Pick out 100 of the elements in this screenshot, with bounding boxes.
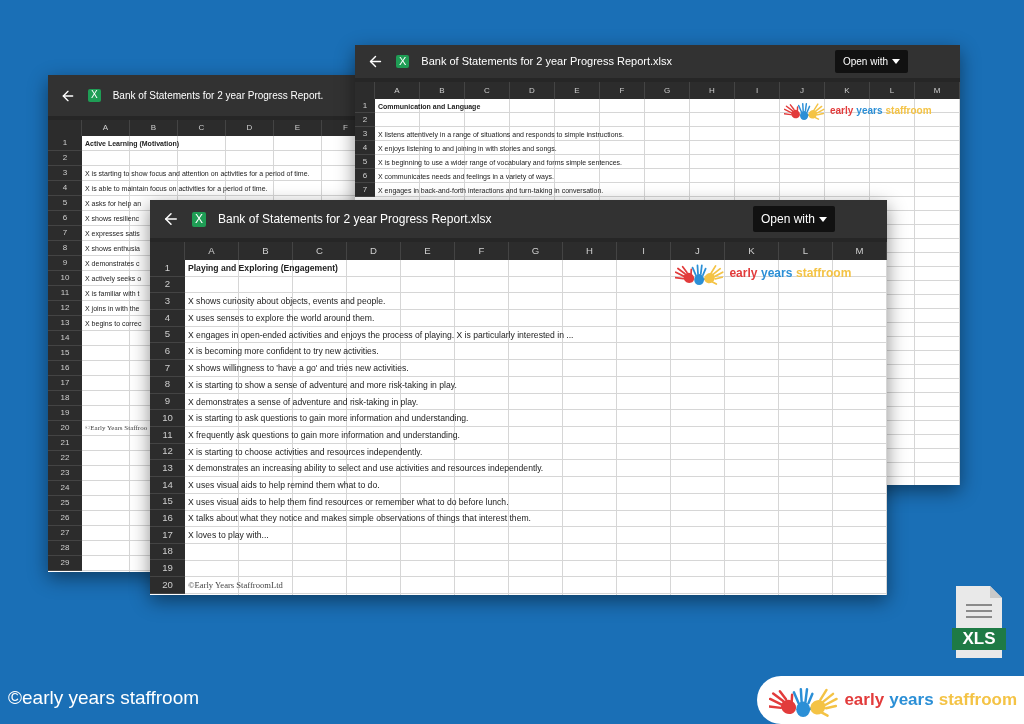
back-icon[interactable] bbox=[367, 53, 384, 70]
row-number: 18 bbox=[48, 391, 82, 406]
row-number: 16 bbox=[150, 510, 185, 527]
row-number: 13 bbox=[150, 460, 185, 477]
row-number: 3 bbox=[48, 166, 82, 181]
row-number: 26 bbox=[48, 511, 82, 526]
row-number: 13 bbox=[48, 316, 82, 331]
row-number: 8 bbox=[48, 241, 82, 256]
excel-badge: X bbox=[192, 211, 206, 227]
open-with-button[interactable]: Open with bbox=[752, 206, 835, 232]
row-number: 7 bbox=[150, 360, 185, 377]
row-number: 19 bbox=[48, 406, 82, 421]
column-header: B bbox=[420, 82, 465, 99]
row-number: 11 bbox=[48, 286, 82, 301]
row-number: 5 bbox=[48, 196, 82, 211]
row-number: 7 bbox=[48, 226, 82, 241]
row-number: 29 bbox=[48, 556, 82, 571]
row-number: 6 bbox=[150, 343, 185, 361]
row-number: 7 bbox=[355, 183, 375, 197]
row-number: 2 bbox=[48, 151, 82, 166]
row-number: 1 bbox=[48, 136, 82, 151]
logo-word: years bbox=[856, 103, 883, 118]
hands-icon bbox=[784, 100, 826, 120]
column-header: L bbox=[779, 242, 833, 260]
row-number: 4 bbox=[48, 181, 82, 196]
column-header: C bbox=[178, 120, 226, 136]
row-number: 10 bbox=[150, 410, 185, 427]
copyright-text: ©early years staffroom bbox=[8, 686, 200, 710]
back-icon[interactable] bbox=[162, 210, 180, 228]
logo-word: staffroom bbox=[796, 265, 852, 282]
row-number: 19 bbox=[150, 560, 185, 578]
row-number: 17 bbox=[150, 527, 185, 544]
column-header: K bbox=[825, 82, 870, 99]
column-header: F bbox=[600, 82, 645, 99]
column-header: E bbox=[274, 120, 322, 136]
column-header: H bbox=[563, 242, 617, 260]
column-header: C bbox=[465, 82, 510, 99]
column-header: J bbox=[780, 82, 825, 99]
row-number: 23 bbox=[48, 466, 82, 481]
open-with-button[interactable]: Open with bbox=[834, 50, 908, 73]
cell-text: X loves to play with... bbox=[188, 531, 269, 540]
row-number: 9 bbox=[48, 256, 82, 271]
cell-text: X demonstrates an increasing ability to select and use activities and resources independently. bbox=[188, 464, 544, 473]
row-number: 24 bbox=[48, 481, 82, 496]
column-header: C bbox=[293, 242, 347, 260]
logo-word: staffroom bbox=[938, 689, 1018, 712]
column-header: F bbox=[455, 242, 509, 260]
window-title: Bank of Statements for 2 year Progress Report.xlsx bbox=[218, 211, 492, 228]
row-number: 20 bbox=[48, 421, 82, 436]
row-number: 25 bbox=[48, 496, 82, 511]
row-number: 16 bbox=[48, 361, 82, 376]
column-header: E bbox=[401, 242, 455, 260]
row-number: 4 bbox=[150, 310, 185, 327]
column-header: D bbox=[226, 120, 274, 136]
column-header: A bbox=[185, 242, 239, 260]
row-number: 6 bbox=[48, 211, 82, 226]
cell-text: Playing and Exploring (Engagement) bbox=[188, 264, 338, 273]
column-header: K bbox=[725, 242, 779, 260]
column-header: A bbox=[375, 82, 420, 99]
column-header: M bbox=[915, 82, 960, 99]
row-number: 4 bbox=[355, 141, 375, 155]
caret-icon bbox=[819, 216, 827, 222]
row-number: 21 bbox=[48, 436, 82, 451]
cell-text: X demonstrates a sense of adventure and risk-taking in play. bbox=[188, 397, 419, 407]
cell-text: X is becoming more confident to try new activities. bbox=[188, 347, 379, 357]
cell-text: X uses visual aids to help them find resources or remember what to do before lunch. bbox=[188, 497, 509, 507]
cell-text: X frequently ask questions to gain more information and understanding. bbox=[188, 430, 460, 440]
column-header: A bbox=[82, 120, 130, 136]
column-header: G bbox=[645, 82, 690, 99]
row-number: 2 bbox=[355, 113, 375, 127]
cell-text: X is starting to ask questions to gain more information and understanding. bbox=[188, 414, 469, 423]
logo-word: years bbox=[889, 689, 934, 712]
cell-text: X uses visual aids to help remind them what to do. bbox=[188, 481, 380, 490]
excel-badge: X bbox=[88, 89, 101, 102]
cell-text: X talks about what they notice and makes simple observations of things that interest them. bbox=[188, 514, 531, 523]
row-number: 5 bbox=[355, 155, 375, 169]
row-number: 17 bbox=[48, 376, 82, 391]
hands-icon bbox=[675, 261, 726, 285]
cell-text: X is starting to choose activities and resources independently. bbox=[188, 447, 423, 457]
column-header: B bbox=[130, 120, 178, 136]
row-number: 3 bbox=[355, 127, 375, 141]
cell-text: X uses senses to explore the world around them. bbox=[188, 314, 375, 323]
caret-icon bbox=[892, 59, 900, 64]
column-header: D bbox=[510, 82, 555, 99]
cell-text: X is starting to show a sense of adventure and more risk-taking in play. bbox=[188, 380, 457, 390]
column-header: G bbox=[509, 242, 563, 260]
logo-word: early bbox=[830, 103, 854, 118]
excel-badge: X bbox=[396, 54, 410, 69]
cell-text: X engages in open-ended activities and enjoys the process of playing. X is particularly interested in ... bbox=[188, 330, 574, 340]
row-number: 14 bbox=[48, 331, 82, 346]
row-number: 22 bbox=[48, 451, 82, 466]
cell-text: X shows curiosity about objects, events and people. bbox=[188, 297, 386, 306]
cell-text: ©Early Years StaffroomLtd bbox=[188, 581, 283, 590]
row-number: 20 bbox=[150, 577, 185, 594]
row-number: 1 bbox=[355, 99, 375, 113]
row-number: 28 bbox=[48, 541, 82, 556]
column-header: I bbox=[617, 242, 671, 260]
logo-word: early bbox=[729, 265, 758, 282]
column-header: D bbox=[347, 242, 401, 260]
column-header: B bbox=[239, 242, 293, 260]
